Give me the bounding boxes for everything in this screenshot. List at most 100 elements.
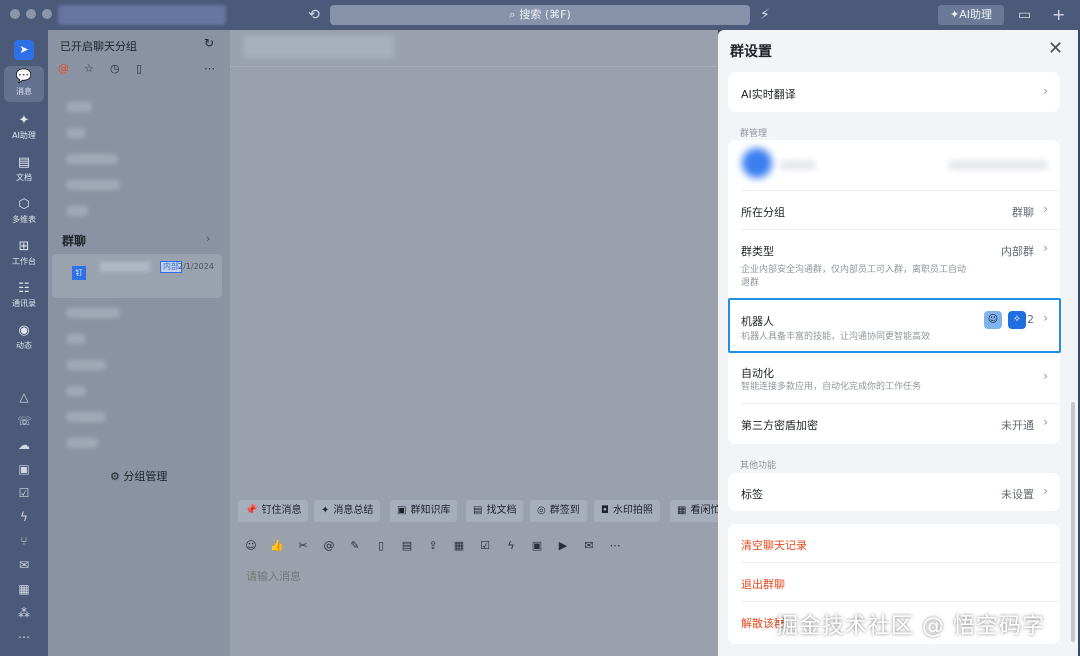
search-bar[interactable]: ⌕ 搜索 (⌘F)	[330, 5, 750, 25]
group-profile-row[interactable]	[728, 140, 1060, 190]
chat-avatar: 钉	[72, 266, 86, 280]
todo-icon[interactable]: ☑	[17, 486, 31, 500]
video-icon[interactable]: ▶	[556, 538, 570, 554]
task-icon[interactable]: ☑	[478, 538, 492, 554]
blurred-chat-entry[interactable]	[66, 206, 88, 216]
filter-bar: @ ☆ ◷ ▯ ⋯	[58, 62, 223, 78]
quit-group-row[interactable]: 退出群聊	[728, 563, 1060, 601]
pin-message-chip[interactable]: 📌 钉住消息	[238, 500, 309, 522]
file-icon[interactable]: ▯	[374, 538, 388, 554]
minimize-window-button[interactable]	[26, 9, 36, 19]
nav-label: 消息	[16, 87, 32, 96]
ai-translate-row[interactable]: AI实时翻译 ›	[728, 72, 1060, 112]
watermark-photo-chip[interactable]: ◘ 水印拍照	[594, 500, 660, 522]
more-icon[interactable]: ⋯	[204, 62, 215, 75]
find-docs-chip[interactable]: ▤ 找文档	[466, 500, 524, 522]
blurred-chat-entry[interactable]	[66, 334, 86, 344]
chat-date: 2/1/2024	[178, 262, 214, 271]
chat-icon: 💬	[15, 69, 33, 84]
nav-item-moments[interactable]: ◉ 动态	[4, 320, 44, 356]
document-icon[interactable]: ▤	[400, 538, 414, 554]
edit-icon[interactable]: ✎	[348, 538, 362, 554]
more-icon[interactable]: ⋯	[17, 630, 31, 644]
chat-groups-title: 已开启聊天分组	[60, 40, 137, 53]
panel-scrollbar[interactable]	[1071, 402, 1075, 642]
group-folder-row[interactable]: 所在分组 群聊 ›	[728, 191, 1060, 229]
blurred-chat-entry[interactable]	[66, 308, 120, 318]
doc-filter-icon[interactable]: ▯	[136, 62, 142, 75]
add-icon[interactable]: +	[1052, 6, 1065, 24]
blurred-chat-entry[interactable]	[66, 128, 86, 138]
nav-item-docs[interactable]: ▤ 文档	[4, 152, 44, 188]
quit-group-button[interactable]: 退出群聊	[741, 576, 785, 592]
summary-chip[interactable]: ✦ 消息总结	[314, 500, 381, 522]
live-icon[interactable]: ▣	[530, 538, 544, 554]
section-group-chats[interactable]: 群聊	[62, 232, 86, 249]
fork-icon[interactable]: ⑂	[17, 534, 31, 548]
scissors-icon[interactable]: ✂	[296, 538, 310, 554]
calendar-icon[interactable]: ▦	[452, 538, 466, 554]
blurred-chat-entry[interactable]	[66, 360, 106, 370]
nav-item-workbench[interactable]: ⊞ 工作台	[4, 236, 44, 272]
refresh-icon[interactable]: ↻	[204, 36, 214, 50]
chip-label: 群签到	[549, 505, 580, 516]
maximize-window-button[interactable]	[42, 9, 52, 19]
sparkle-icon: ✦	[950, 8, 960, 21]
group-type-row[interactable]: 群类型 内部群 › 企业内部安全沟通群，仅内部员工可入群，离职员工自动退群	[728, 230, 1060, 298]
ai-translate-card: AI实时翻译 ›	[728, 72, 1060, 112]
close-icon[interactable]: ✕	[1048, 39, 1063, 59]
screen-icon[interactable]: ▭	[1018, 6, 1031, 24]
thumbs-up-icon[interactable]: 👍	[270, 538, 284, 554]
clear-history-button[interactable]: 清空聊天记录	[741, 537, 807, 553]
cloud-icon[interactable]: ☁	[17, 438, 31, 452]
blurred-chat-entry[interactable]	[66, 102, 92, 112]
encryption-row[interactable]: 第三方密盾加密 未开通 ›	[728, 404, 1060, 444]
chevron-right-icon: ›	[1043, 84, 1048, 98]
blurred-chat-entry[interactable]	[66, 386, 86, 396]
nav-item-tables[interactable]: ⬡ 多维表	[4, 194, 44, 230]
drive-icon[interactable]: △	[17, 390, 31, 404]
chat-list-item[interactable]: 钉 内部 2/1/2024	[52, 254, 222, 298]
history-icon[interactable]: ⟲	[306, 7, 322, 23]
emoji-icon[interactable]: ☺	[244, 538, 258, 554]
chip-label: 水印拍照	[612, 505, 653, 516]
message-input[interactable]	[246, 570, 546, 583]
ai-assistant-button[interactable]: ✦AI助理	[938, 5, 1004, 25]
form-icon[interactable]: ▦	[17, 582, 31, 596]
knowledge-base-chip[interactable]: ▣ 群知识库	[390, 500, 458, 522]
apps-icon[interactable]: ⁂	[17, 606, 31, 620]
blurred-chat-entry[interactable]	[66, 412, 106, 422]
lightning-icon[interactable]: ϟ	[17, 510, 31, 524]
chevron-right-icon[interactable]: ›	[206, 232, 210, 245]
chat-main-area: 📌 钉住消息 ✦ 消息总结 ▣ 群知识库 ▤ 找文档 ◎ 群签到 ◘ 水印拍照 ▦ 看闲忙 ☺…	[230, 30, 728, 656]
star-filter-icon[interactable]: ☆	[84, 62, 94, 75]
quick-action-icon[interactable]: ⚡	[760, 6, 770, 24]
blurred-chat-entry[interactable]	[66, 154, 118, 164]
nav-item-contacts[interactable]: ☷ 通讯录	[4, 278, 44, 314]
blurred-chat-entry[interactable]	[66, 180, 120, 190]
automation-row[interactable]: 自动化 智能连接多款应用，自动化完成你的工作任务 ›	[728, 353, 1060, 403]
lightning-icon[interactable]: ϟ	[504, 538, 518, 554]
tag-row[interactable]: 标签 未设置 ›	[728, 473, 1060, 511]
clear-history-row[interactable]: 清空聊天记录	[728, 524, 1060, 562]
row-label: 群类型	[741, 245, 774, 258]
chip-label: 消息总结	[333, 505, 374, 516]
nav-item-ai-assistant[interactable]: ✦ AI助理	[4, 110, 44, 146]
mail-icon[interactable]: ✉	[17, 558, 31, 572]
close-window-button[interactable]	[10, 9, 20, 19]
more-icon[interactable]: ⋯	[608, 538, 622, 554]
clock-filter-icon[interactable]: ◷	[110, 62, 120, 75]
mail-icon[interactable]: ✉	[582, 538, 596, 554]
gear-icon: ⚙	[110, 470, 120, 483]
upload-icon[interactable]: ⇪	[426, 538, 440, 554]
phone-icon[interactable]: ☏	[17, 414, 32, 428]
blurred-chat-entry[interactable]	[66, 438, 98, 448]
blurred-org-name	[58, 5, 226, 25]
title-bar: ⟲ ⌕ 搜索 (⌘F) ⚡ ✦AI助理 ▭ +	[0, 0, 1080, 30]
mention-filter-icon[interactable]: @	[58, 62, 69, 75]
group-manage-button[interactable]: ⚙ 分组管理	[110, 468, 167, 484]
mention-icon[interactable]: @	[322, 538, 336, 554]
nav-item-messages[interactable]: 💬 消息	[4, 66, 44, 102]
check-in-chip[interactable]: ◎ 群签到	[530, 500, 587, 522]
calendar-icon[interactable]: ▣	[17, 462, 31, 476]
